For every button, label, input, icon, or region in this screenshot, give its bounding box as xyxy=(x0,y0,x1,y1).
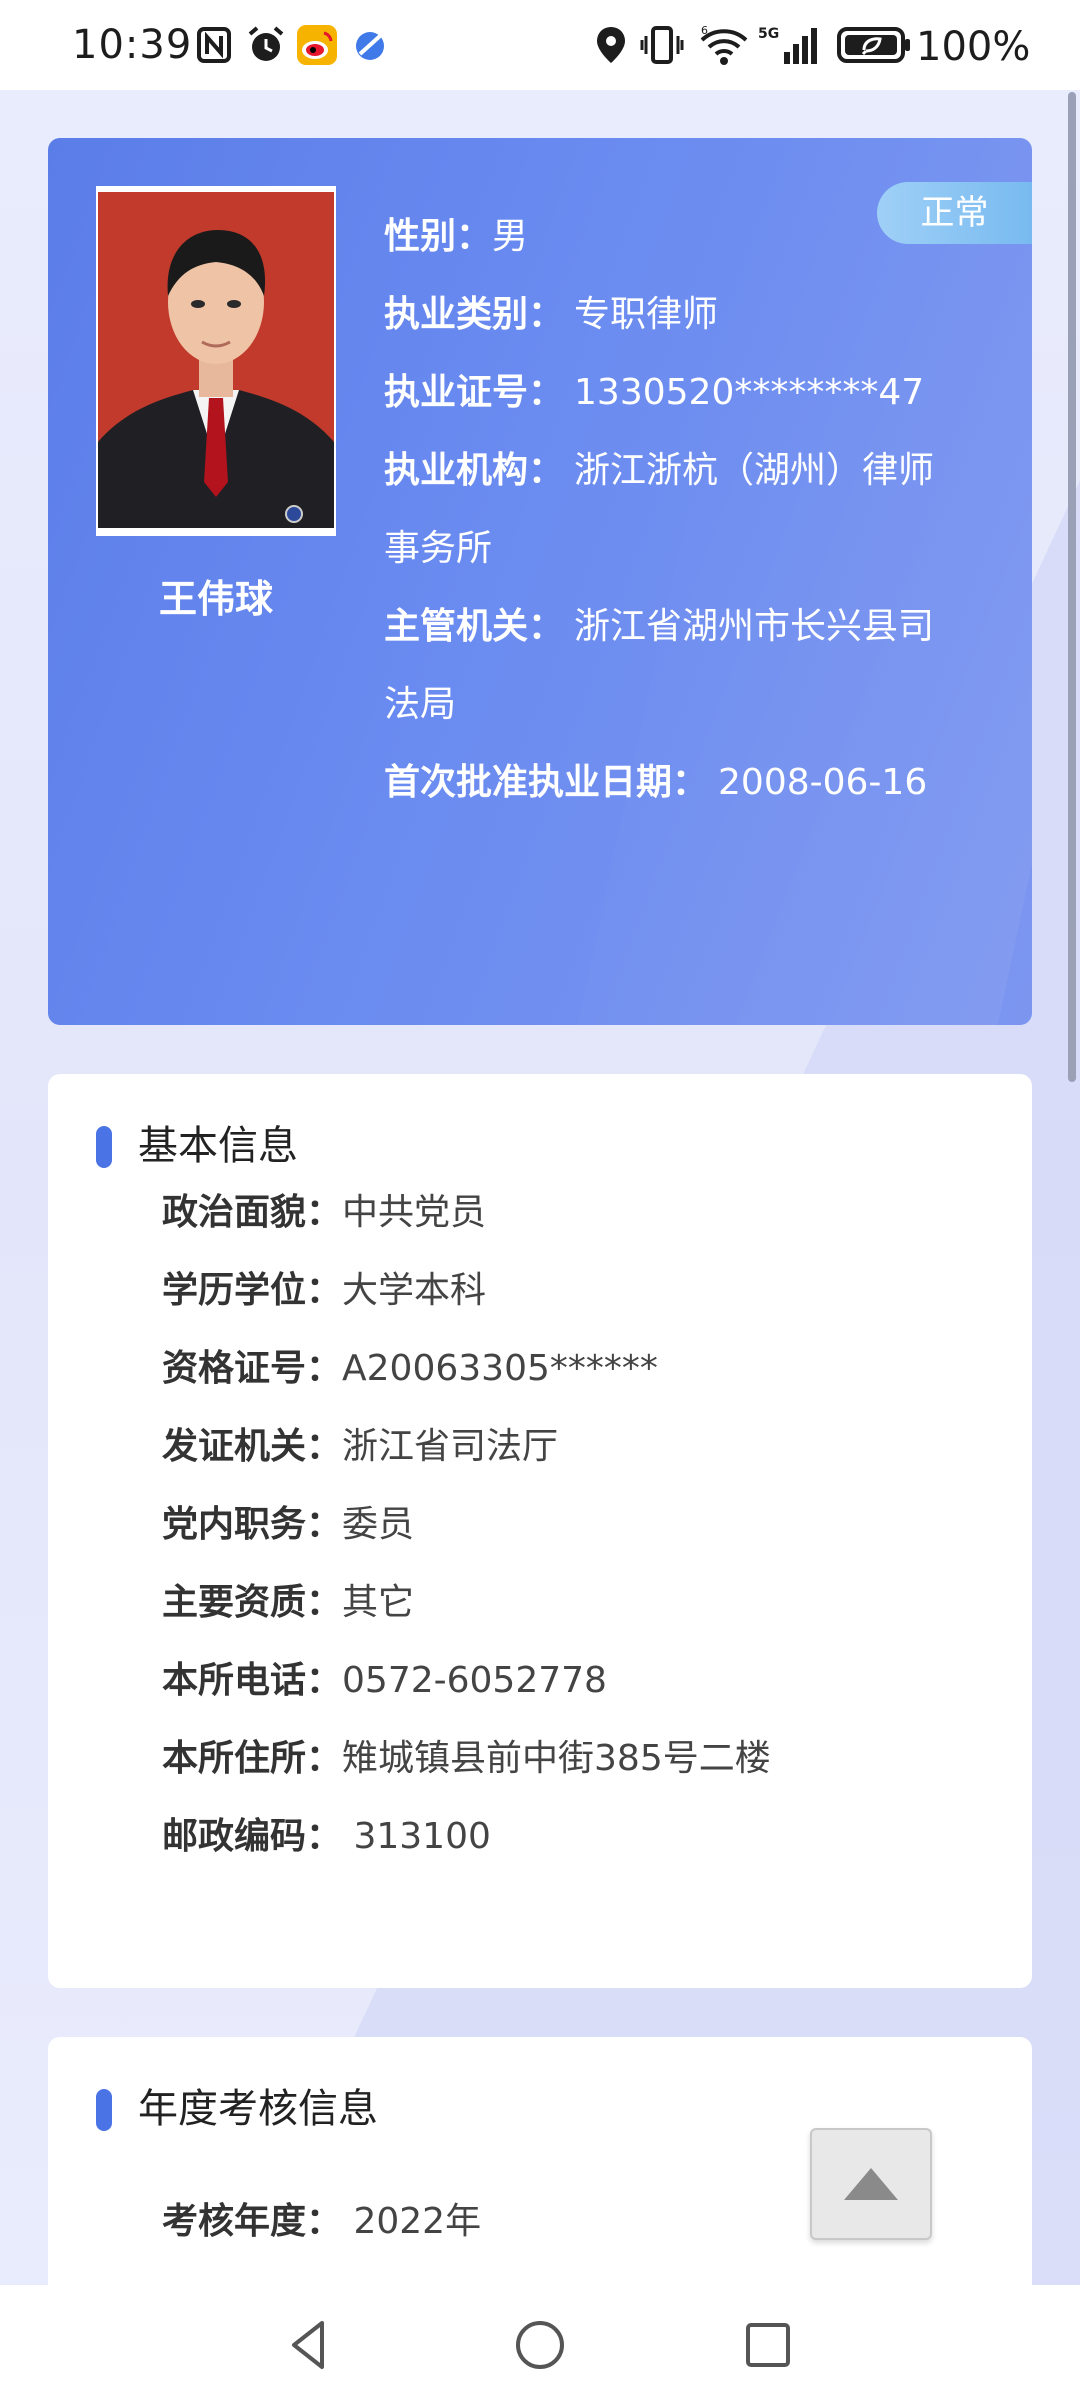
wifi-icon: 6 xyxy=(700,24,748,65)
alarm-icon xyxy=(248,26,284,61)
profile-practice-type: 执业类别： 专职律师 xyxy=(384,276,944,354)
svg-text:5G: 5G xyxy=(758,26,779,42)
kv-label: 考核年度： xyxy=(162,2201,343,2242)
status-bar: 10:39 6 5G 100% xyxy=(0,0,1080,90)
profile-authority: 主管机关： 浙江省湖州市长兴县司法局 xyxy=(384,588,944,744)
svg-text:6: 6 xyxy=(701,24,708,37)
back-icon[interactable] xyxy=(280,2315,340,2375)
info-value: 专职律师 xyxy=(574,294,719,335)
signal-5g-icon: 5G xyxy=(758,26,817,64)
kv-value: 313100 xyxy=(342,1816,491,1857)
kv-label: 政治面貌： xyxy=(162,1192,343,1233)
basic-info-row: 政治面貌：中共党员 xyxy=(162,1174,771,1252)
basic-info-row: 发证机关：浙江省司法厅 xyxy=(162,1408,771,1486)
navigation-bar xyxy=(0,2285,1080,2400)
section-title: 基本信息 xyxy=(96,1126,298,1168)
info-label: 性别： xyxy=(384,216,493,257)
annual-info-row: 考核年度： 2022年 xyxy=(162,2183,481,2261)
basic-info-row: 本所住所：雉城镇县前中街385号二楼 xyxy=(162,1720,771,1798)
vibrate-icon xyxy=(640,26,684,64)
kv-value: 2022年 xyxy=(342,2201,482,2242)
kv-label: 发证机关： xyxy=(162,1426,343,1467)
kv-label: 本所住所： xyxy=(162,1738,343,1779)
kv-label: 资格证号： xyxy=(162,1348,343,1389)
profile-card: 正常 王伟球 性别：男 执业类别： 专职律师 执业证号： 1330520******… xyxy=(48,138,1032,1025)
lawyer-name: 王伟球 xyxy=(158,577,273,621)
nfc-icon xyxy=(197,27,231,63)
kv-label: 本所电话： xyxy=(162,1660,343,1701)
basic-info-row: 资格证号：A20063305****** xyxy=(162,1330,771,1408)
info-value: 2008-06-16 xyxy=(718,762,928,803)
basic-info-list: 政治面貌：中共党员 学历学位：大学本科 资格证号：A20063305******… xyxy=(162,1174,771,1876)
basic-info-row: 本所电话：0572-6052778 xyxy=(162,1642,771,1720)
kv-label: 党内职务： xyxy=(162,1504,343,1545)
battery-icon xyxy=(837,27,910,63)
info-label: 主管机关： xyxy=(384,606,565,647)
info-label: 执业类别： xyxy=(384,294,565,335)
profile-info-list: 性别：男 执业类别： 专职律师 执业证号： 1330520********47 执业… xyxy=(384,198,944,822)
recents-icon[interactable] xyxy=(738,2315,798,2375)
location-icon xyxy=(597,27,625,63)
kv-value: 浙江省司法厅 xyxy=(342,1426,559,1467)
profile-law-firm: 执业机构： 浙江浙杭（湖州）律师事务所 xyxy=(384,432,944,588)
info-label: 执业机构： xyxy=(384,450,565,491)
lawyer-photo xyxy=(96,186,336,536)
portrait-image xyxy=(98,192,334,528)
kv-label: 主要资质： xyxy=(162,1582,343,1623)
info-value: 男 xyxy=(492,216,529,257)
basic-info-card: 基本信息 政治面貌：中共党员 学历学位：大学本科 资格证号：A20063305*… xyxy=(48,1074,1032,1988)
info-label: 首次批准执业日期： xyxy=(384,762,709,803)
kv-value: 其它 xyxy=(342,1582,415,1623)
basic-info-row: 主要资质：其它 xyxy=(162,1564,771,1642)
app-icon xyxy=(356,32,384,60)
section-title: 年度考核信息 xyxy=(96,2089,378,2131)
battery-percent: 100% xyxy=(916,24,1031,70)
kv-value: 雉城镇县前中街385号二楼 xyxy=(342,1738,771,1779)
info-label: 执业证号： xyxy=(384,372,565,413)
annual-info-list: 考核年度： 2022年 xyxy=(162,2183,481,2261)
kv-value: 中共党员 xyxy=(342,1192,487,1233)
home-icon[interactable] xyxy=(510,2315,570,2375)
profile-license-number: 执业证号： 1330520********47 xyxy=(384,354,944,432)
profile-first-approval-date: 首次批准执业日期： 2008-06-16 xyxy=(384,744,944,822)
profile-gender: 性别：男 xyxy=(384,198,944,276)
scrollbar-thumb[interactable] xyxy=(1068,92,1076,1082)
kv-value: A20063305****** xyxy=(342,1348,658,1389)
kv-label: 邮政编码： xyxy=(162,1816,343,1857)
kv-value: 0572-6052778 xyxy=(342,1660,607,1701)
kv-value: 委员 xyxy=(342,1504,415,1545)
weibo-icon xyxy=(297,25,337,65)
status-time: 10:39 xyxy=(72,22,193,68)
basic-info-row: 邮政编码： 313100 xyxy=(162,1798,771,1876)
basic-info-row: 学历学位：大学本科 xyxy=(162,1252,771,1330)
kv-label: 学历学位： xyxy=(162,1270,343,1311)
kv-value: 大学本科 xyxy=(342,1270,487,1311)
basic-info-row: 党内职务：委员 xyxy=(162,1486,771,1564)
info-value: 1330520********47 xyxy=(574,372,925,413)
back-to-top-button[interactable] xyxy=(810,2128,932,2240)
